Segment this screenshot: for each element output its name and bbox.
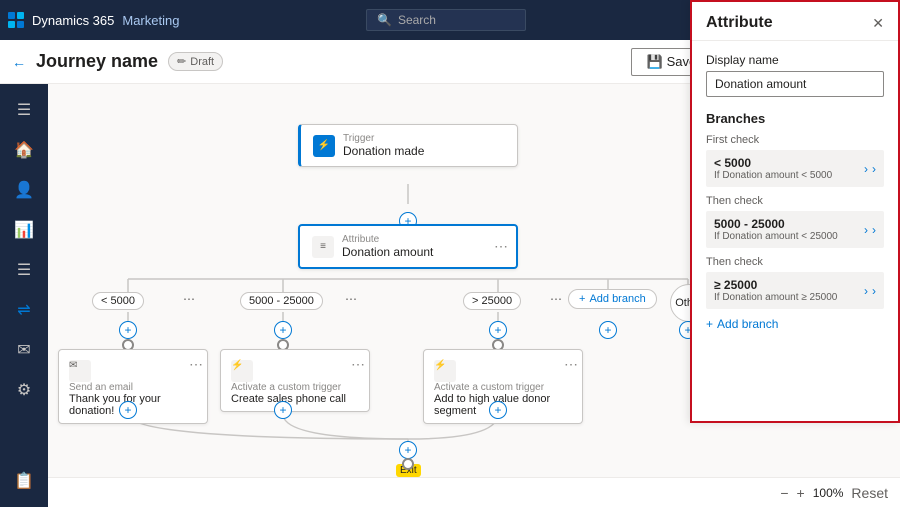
attribute-label: Attribute (342, 234, 433, 245)
branch-value-2: 5000 - 25000 (714, 217, 838, 231)
action-label-3: Activate a custom trigger (434, 382, 572, 393)
left-sidebar: ☰ 🏠 👤 📊 ☰ ⇌ ✉ ⚙ 📋 (0, 84, 48, 507)
search-placeholder: Search (398, 13, 436, 27)
check-label-3: Then check (706, 256, 884, 268)
add-btn-exit2[interactable]: + (274, 401, 292, 419)
branch-label-1: < 5000 (92, 292, 144, 310)
branch-chevron-1[interactable]: › (872, 162, 876, 176)
app-logo (8, 12, 24, 28)
save-icon: 💾 (646, 54, 662, 70)
branch-item-2[interactable]: 5000 - 25000 If Donation amount < 25000 … (706, 211, 884, 248)
attribute-menu[interactable]: ⋯ (494, 238, 508, 255)
panel-close-button[interactable]: ✕ (872, 15, 884, 32)
sidebar-menu-icon[interactable]: ☰ (6, 92, 42, 128)
branch-menu-3[interactable]: ⋯ (548, 291, 564, 307)
action-menu-2[interactable]: ⋯ (351, 356, 365, 373)
add-branch-button[interactable]: + Add branch (568, 289, 657, 309)
trigger2-icon: ⚡ (231, 360, 253, 382)
action-menu-1[interactable]: ⋯ (189, 356, 203, 373)
panel-body: Display name Branches First check < 5000… (692, 41, 898, 421)
email-icon: ✉ (69, 360, 91, 382)
sidebar-email-icon[interactable]: ✉ (6, 332, 42, 368)
add-branch-panel-button[interactable]: + Add branch (706, 317, 884, 331)
zoom-level: 100% (813, 486, 844, 500)
check-label-1: First check (706, 134, 884, 146)
attribute-panel: Attribute ✕ Display name Branches First … (690, 0, 900, 423)
add-btn-b3[interactable]: + (489, 321, 507, 339)
app-layout: ☰ 🏠 👤 📊 ☰ ⇌ ✉ ⚙ 📋 (0, 84, 900, 507)
branches-label: Branches (706, 111, 884, 126)
attribute-node[interactable]: ≡ Attribute Donation amount ⋯ (298, 224, 518, 269)
trigger-label: Trigger (343, 133, 424, 144)
page-title: Journey name (36, 51, 158, 72)
sidebar-settings-icon[interactable]: ⚙ (6, 372, 42, 408)
app-product: Dynamics 365 (32, 13, 114, 28)
branch-chevron-2[interactable]: › (872, 223, 876, 237)
branch-arrow-3[interactable]: › (864, 284, 868, 298)
sidebar-chart-icon[interactable]: 📊 (6, 212, 42, 248)
zoom-bar: − + 100% Reset (48, 477, 900, 507)
branch-condition-3: If Donation amount ≥ 25000 (714, 292, 837, 303)
action-label-1: Send an email (69, 382, 197, 393)
add-btn-exit3[interactable]: + (489, 401, 507, 419)
attribute-icon: ≡ (312, 236, 334, 258)
add-btn-b4[interactable]: + (599, 321, 617, 339)
add-btn-converge[interactable]: + (399, 441, 417, 459)
action-menu-3[interactable]: ⋯ (564, 356, 578, 373)
branch-menu-1[interactable]: ⋯ (181, 291, 197, 307)
trigger-name: Donation made (343, 144, 424, 158)
add-branch-panel-label: Add branch (717, 317, 778, 331)
attribute-name: Donation amount (342, 245, 433, 259)
sidebar-people-icon[interactable]: 👤 (6, 172, 42, 208)
action-node-2[interactable]: ⚡ Activate a custom trigger Create sales… (220, 349, 370, 412)
sidebar-journey-icon[interactable]: ⇌ (6, 292, 42, 328)
branch-chevron-3[interactable]: › (872, 284, 876, 298)
add-branch-plus-icon: + (706, 317, 713, 331)
panel-header: Attribute ✕ (692, 2, 898, 41)
branch-item-3[interactable]: ≥ 25000 If Donation amount ≥ 25000 › › (706, 272, 884, 309)
branch-label-3: > 25000 (463, 292, 521, 310)
display-name-label: Display name (706, 53, 884, 67)
branch-condition-1: If Donation amount < 5000 (714, 170, 832, 181)
add-btn-b1[interactable]: + (119, 321, 137, 339)
sidebar-home-icon[interactable]: 🏠 (6, 132, 42, 168)
trigger-node[interactable]: ⚡ Trigger Donation made (298, 124, 518, 167)
zoom-in-button[interactable]: + (797, 485, 805, 501)
trigger-icon: ⚡ (313, 135, 335, 157)
zoom-reset-button[interactable]: Reset (851, 485, 888, 501)
branch-value-1: < 5000 (714, 156, 832, 170)
branch-arrow-1[interactable]: › (864, 162, 868, 176)
back-button[interactable]: ← (12, 54, 26, 70)
app-module: Marketing (122, 13, 179, 28)
action-label-2: Activate a custom trigger (231, 382, 346, 393)
exit-circle (402, 458, 414, 470)
display-name-input[interactable] (706, 71, 884, 97)
add-btn-b2[interactable]: + (274, 321, 292, 339)
branch-condition-2: If Donation amount < 25000 (714, 231, 838, 242)
zoom-out-button[interactable]: − (780, 485, 788, 501)
search-box[interactable]: 🔍 Search (366, 9, 526, 31)
status-badge: ✏ Draft (168, 52, 223, 71)
check-label-2: Then check (706, 195, 884, 207)
panel-title: Attribute (706, 14, 773, 32)
branch-value-3: ≥ 25000 (714, 278, 837, 292)
branch-menu-2[interactable]: ⋯ (343, 291, 359, 307)
branch-item-1[interactable]: < 5000 If Donation amount < 5000 › › (706, 150, 884, 187)
search-icon: 🔍 (377, 13, 392, 27)
sidebar-bottom-icon[interactable]: 📋 (6, 463, 42, 499)
branch-label-2: 5000 - 25000 (240, 292, 323, 310)
draft-icon: ✏ (177, 55, 186, 68)
branch-arrow-2[interactable]: › (864, 223, 868, 237)
trigger3-icon: ⚡ (434, 360, 456, 382)
draft-label: Draft (190, 56, 214, 68)
add-icon: + (579, 293, 585, 305)
sidebar-list-icon[interactable]: ☰ (6, 252, 42, 288)
add-btn-exit1[interactable]: + (119, 401, 137, 419)
